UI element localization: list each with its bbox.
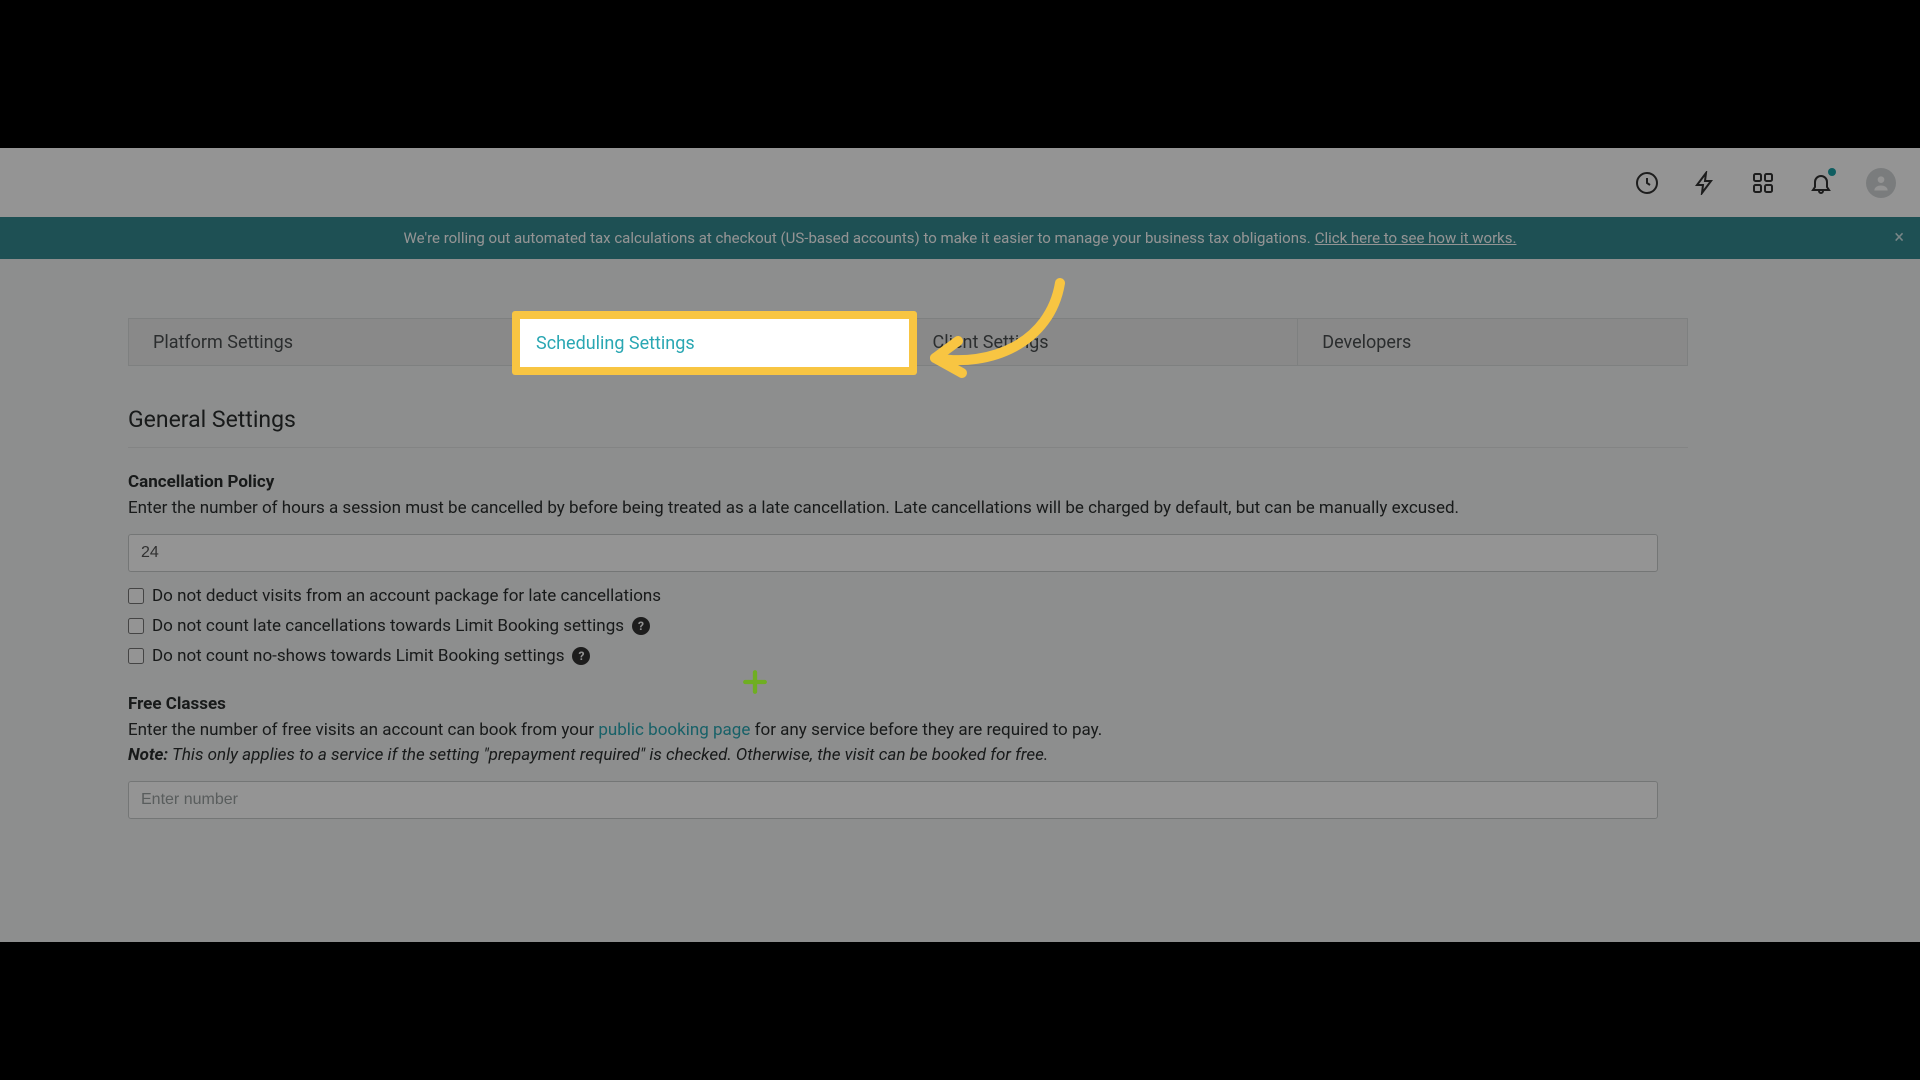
free-classes-desc: Enter the number of free visits an accou…: [128, 718, 1588, 769]
free-classes-input[interactable]: [128, 781, 1658, 819]
check-noshow-limit-box[interactable]: [128, 648, 144, 664]
check-late-limit-label: Do not count late cancellations towards …: [152, 616, 624, 636]
promo-link[interactable]: Click here to see how it works.: [1315, 229, 1517, 247]
app-viewport: We're rolling out automated tax calculat…: [0, 148, 1920, 942]
clock-icon[interactable]: [1634, 170, 1660, 196]
divider: [128, 447, 1688, 448]
free-desc-pre: Enter the number of free visits an accou…: [128, 720, 598, 740]
app-header: [0, 148, 1920, 217]
check-deduct-visits-box[interactable]: [128, 588, 144, 604]
free-classes-block: Free Classes Enter the number of free vi…: [128, 694, 1688, 819]
promo-banner: We're rolling out automated tax calculat…: [0, 217, 1920, 259]
settings-content: Platform Settings Scheduling Settings Cl…: [128, 318, 1688, 847]
cancellation-label: Cancellation Policy: [128, 472, 1688, 492]
lightning-icon[interactable]: [1692, 170, 1718, 196]
help-icon[interactable]: ?: [572, 647, 590, 665]
cancellation-desc: Enter the number of hours a session must…: [128, 496, 1588, 522]
help-icon[interactable]: ?: [632, 617, 650, 635]
tab-client[interactable]: Client Settings: [909, 319, 1299, 365]
check-noshow-limit-label: Do not count no-shows towards Limit Book…: [152, 646, 564, 666]
cancellation-checks: Do not deduct visits from an account pac…: [128, 586, 1688, 666]
tab-platform[interactable]: Platform Settings: [129, 319, 519, 365]
close-icon[interactable]: ×: [1894, 229, 1904, 247]
check-late-limit[interactable]: Do not count late cancellations towards …: [128, 616, 1688, 636]
settings-tabs: Platform Settings Scheduling Settings Cl…: [128, 318, 1688, 366]
tab-scheduling[interactable]: Scheduling Settings: [519, 319, 909, 365]
free-desc-post: for any service before they are required…: [750, 720, 1102, 740]
check-deduct-visits[interactable]: Do not deduct visits from an account pac…: [128, 586, 1688, 606]
check-deduct-visits-label: Do not deduct visits from an account pac…: [152, 586, 661, 606]
free-classes-label: Free Classes: [128, 694, 1688, 714]
apps-icon[interactable]: [1750, 170, 1776, 196]
bell-icon[interactable]: [1808, 170, 1834, 196]
check-noshow-limit[interactable]: Do not count no-shows towards Limit Book…: [128, 646, 1688, 666]
check-late-limit-box[interactable]: [128, 618, 144, 634]
promo-text: We're rolling out automated tax calculat…: [404, 229, 1311, 247]
free-note-text: This only applies to a service if the se…: [168, 745, 1048, 765]
section-title-general: General Settings: [128, 406, 1688, 433]
avatar-icon[interactable]: [1866, 168, 1896, 198]
cancellation-policy-block: Cancellation Policy Enter the number of …: [128, 472, 1688, 666]
free-note-label: Note:: [128, 745, 168, 765]
public-booking-link[interactable]: public booking page: [598, 720, 750, 740]
tab-developers[interactable]: Developers: [1298, 319, 1687, 365]
notification-dot: [1828, 168, 1836, 176]
cancellation-hours-input[interactable]: [128, 534, 1658, 572]
